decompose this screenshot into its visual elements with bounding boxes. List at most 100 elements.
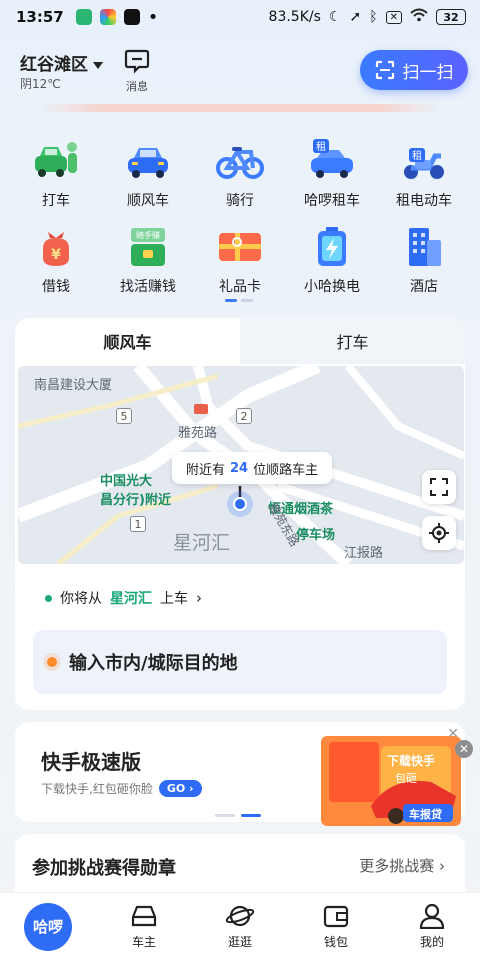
service-car-rental[interactable]: 租 哈啰租车 (288, 138, 376, 210)
net-speed: 83.5K/s (268, 9, 321, 25)
location-label: 红谷滩区 (20, 55, 88, 75)
scan-button[interactable]: 扫一扫 (360, 50, 468, 90)
destination-input[interactable]: 输入市内/城际目的地 (33, 630, 447, 694)
ad-banner[interactable]: 快手极速版 下载快手,红包砸你脸 GO › 下载快手 包砸 车报贷 ✕ ✕ (15, 722, 473, 826)
tab-taxi[interactable]: 打车 (240, 318, 465, 364)
ad-go-label: GO (166, 782, 186, 795)
nearby-drivers-bubble: 附近有 24 位顺路车主 (172, 452, 333, 484)
service-label: 礼品卡 (219, 279, 261, 295)
nav-label: 我的 (419, 935, 444, 949)
ad-image[interactable]: 下载快手 包砸 车报贷 (321, 736, 461, 826)
challenge-title: 参加挑战赛得勋章 (32, 858, 176, 879)
battery-swap-icon (307, 224, 357, 270)
nav-profile[interactable]: 我的 (384, 893, 480, 960)
service-label: 借钱 (42, 279, 70, 295)
more-challenges-link[interactable]: 更多挑战赛 › (359, 855, 445, 876)
fullscreen-button[interactable] (422, 470, 456, 504)
service-taxi[interactable]: 打车 (12, 138, 100, 210)
locate-button[interactable] (422, 516, 456, 550)
bottom-nav: 哈啰 车主 逛逛 钱包 我的 (0, 892, 480, 960)
nearby-suffix: 位顺路车主 (253, 462, 319, 478)
nav-label: 车主 (131, 935, 156, 949)
pickup-suffix: 上车 (160, 591, 188, 607)
nav-driver[interactable]: 车主 (96, 893, 192, 960)
moon-icon: ☾ (328, 9, 342, 25)
bluetooth-icon: ᛒ (369, 9, 378, 25)
nearby-prefix: 附近有 (186, 462, 226, 478)
message-label: 消息 (126, 80, 148, 93)
svg-text:租: 租 (412, 149, 422, 162)
service-carpool[interactable]: 顺风车 (104, 138, 192, 210)
tiktok-icon (123, 9, 140, 25)
map-poi-label: 中国光大 (100, 474, 153, 489)
map-poi-label: 昌分行)附近 (100, 493, 171, 508)
ad-image-text: 下载快手 (387, 754, 436, 768)
destination-dot-icon (47, 657, 57, 667)
service-label: 酒店 (410, 279, 438, 295)
service-ebike-rental[interactable]: 租 租电动车 (380, 138, 468, 210)
chevron-right-icon: › (196, 589, 202, 607)
battery-icon: 32 (436, 9, 466, 25)
ad-page-indicator (215, 814, 261, 817)
ad-image-text: 包砸 (395, 772, 417, 785)
challenge-section: 参加挑战赛得勋章 更多挑战赛 › (15, 834, 465, 894)
service-label: 小哈换电 (304, 279, 360, 295)
svg-text:租: 租 (316, 140, 326, 153)
service-bike[interactable]: 骑行 (196, 138, 284, 210)
nav-wallet[interactable]: 钱包 (288, 893, 384, 960)
location-selector[interactable]: 红谷滩区 (20, 50, 103, 75)
more-dot-icon: • (147, 6, 159, 28)
planet-icon (225, 905, 255, 927)
ad-close-icon[interactable]: ✕ (455, 740, 473, 758)
weather-text: 阴12℃ (20, 77, 61, 91)
rental-car-icon: 租 (307, 138, 357, 184)
svg-text:¥: ¥ (51, 247, 61, 263)
pickup-prefix: 你将从 (60, 591, 102, 607)
ride-card: 顺风车 打车 南昌建设大厦 雅苑路 中国光大 昌分行)附近 恒通烟酒茶 停车场 … (15, 318, 465, 710)
nearby-count: 24 (230, 460, 249, 476)
service-find-job[interactable]: 随手赚 找活赚钱 (104, 224, 192, 296)
map-view[interactable]: 南昌建设大厦 雅苑路 中国光大 昌分行)附近 恒通烟酒茶 停车场 星河汇 江报路… (18, 366, 464, 564)
service-grid: 打车 顺风车 骑行 租 哈啰租车 租 租电动车 ¥ 借钱 随手赚 找活赚钱 礼品… (12, 138, 468, 310)
ad-dismiss-icon[interactable]: ✕ (447, 726, 459, 742)
service-gift-card[interactable]: 礼品卡 (196, 224, 284, 296)
locate-icon (429, 523, 449, 543)
service-label: 租电动车 (396, 193, 452, 209)
ride-tabs: 顺风车 打车 (15, 318, 465, 364)
banner-edge (40, 104, 440, 112)
carpool-car-icon (123, 138, 173, 184)
service-loan[interactable]: ¥ 借钱 (12, 224, 100, 296)
nav-explore[interactable]: 逛逛 (192, 893, 288, 960)
scan-label: 扫一扫 (402, 62, 454, 83)
hotel-icon (399, 224, 449, 270)
message-button[interactable]: 消息 (120, 48, 154, 94)
more-challenges-label: 更多挑战赛 (359, 857, 435, 875)
map-label: 江报路 (344, 546, 384, 561)
sim-icon: ✕ (385, 10, 402, 24)
tab-carpool[interactable]: 顺风车 (15, 318, 240, 364)
header: 红谷滩区 阴12℃ 消息 扫一扫 (0, 44, 480, 104)
car-icon (131, 905, 157, 927)
caret-down-icon (93, 61, 103, 69)
ad-go-button[interactable]: GO › (158, 780, 202, 797)
taxi-car-icon (31, 138, 81, 184)
road-shield: 1 (130, 516, 146, 532)
fullscreen-icon (430, 478, 448, 496)
pickup-point[interactable]: 你将从 星河汇 上车 › (45, 588, 202, 608)
bike-icon (215, 138, 265, 184)
map-label: 南昌建设大厦 (34, 378, 113, 393)
service-battery-swap[interactable]: 小哈换电 (288, 224, 376, 296)
service-hotel[interactable]: 酒店 (380, 224, 468, 296)
destination-placeholder: 输入市内/城际目的地 (69, 653, 238, 674)
status-time: 13:57 (16, 8, 64, 26)
poi-marker-icon (194, 404, 208, 414)
nav-home[interactable]: 哈啰 (0, 893, 96, 960)
nav-label: 钱包 (323, 935, 348, 949)
ad-subtitle-text: 下载快手,红包砸你脸 (41, 782, 153, 796)
wallet-icon (323, 905, 349, 928)
ad-image-badge: 车报贷 (409, 808, 442, 821)
notification-app-icon (75, 9, 92, 25)
map-area-label: 星河汇 (173, 532, 231, 554)
pickup-place: 星河汇 (110, 591, 152, 607)
location-icon: ➚ (349, 9, 362, 25)
